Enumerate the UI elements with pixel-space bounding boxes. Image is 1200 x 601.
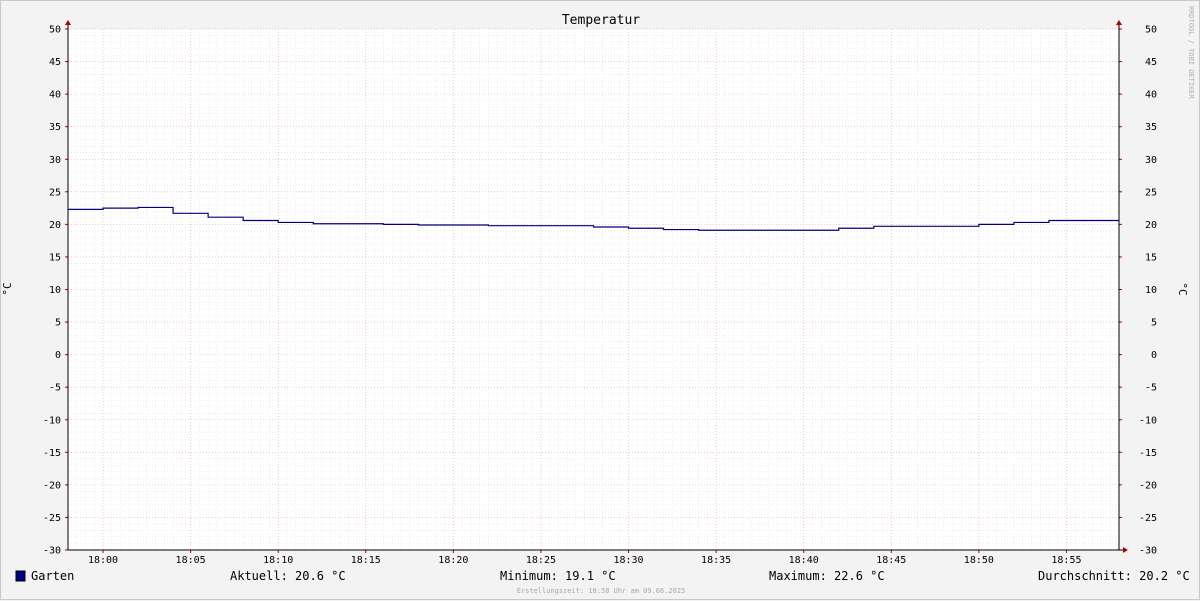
x-tick-label: 18:10: [263, 555, 293, 566]
y-tick-label-left: -25: [43, 513, 61, 524]
x-tick-label: 18:00: [88, 555, 118, 566]
y-tick-label-right: 15: [1145, 252, 1157, 263]
y-tick-label-left: -10: [43, 415, 61, 426]
y-tick-label-right: -10: [1139, 415, 1157, 426]
y-tick-label-right: -20: [1139, 480, 1157, 491]
y-axis-label-right: °C: [1176, 282, 1189, 295]
y-tick-label-left: 30: [49, 155, 61, 166]
y-tick-label-right: -5: [1145, 383, 1157, 394]
x-tick-label: 18:05: [176, 555, 206, 566]
y-tick-label-left: 5: [55, 318, 61, 329]
x-axis-arrow: [1123, 547, 1128, 553]
y-tick-label-left: 15: [49, 252, 61, 263]
stat-current: Aktuell: 20.6 °C: [230, 569, 346, 583]
y-tick-label-left: -20: [43, 480, 61, 491]
x-tick-label: 18:20: [438, 555, 468, 566]
chart-frame: 5050454540403535303025252020151510105500…: [0, 0, 1200, 600]
y-axis-arrow-left: [65, 20, 71, 25]
x-tick-label: 18:40: [789, 555, 819, 566]
stat-maximum: Maximum: 22.6 °C: [769, 569, 885, 583]
x-tick-label: 18:25: [526, 555, 556, 566]
y-tick-label-right: -30: [1139, 546, 1157, 557]
y-tick-label-left: 20: [49, 220, 61, 231]
y-axis-arrow-right: [1116, 20, 1122, 25]
x-tick-label: 18:15: [351, 555, 381, 566]
y-tick-label-left: 35: [49, 122, 61, 133]
y-tick-label-left: -30: [43, 546, 61, 557]
y-tick-label-left: 45: [49, 57, 61, 68]
creation-time: Erstellungszeit: 18:58 Uhr am 09.06.2025: [517, 587, 686, 595]
y-tick-label-right: 25: [1145, 187, 1157, 198]
y-tick-label-left: 0: [55, 350, 61, 361]
y-tick-label-right: 35: [1145, 122, 1157, 133]
stat-average: Durchschnitt: 20.2 °C: [1038, 569, 1190, 583]
chart-title: Temperatur: [562, 13, 640, 28]
x-tick-label: 18:35: [701, 555, 731, 566]
legend-label: Garten: [31, 569, 74, 583]
y-tick-label-right: 5: [1151, 318, 1157, 329]
stat-minimum: Minimum: 19.1 °C: [500, 569, 616, 583]
legend-color-swatch: [16, 571, 25, 581]
y-tick-label-right: -25: [1139, 513, 1157, 524]
y-tick-label-left: -15: [43, 448, 61, 459]
x-tick-label: 18:50: [964, 555, 994, 566]
x-tick-label: 18:55: [1051, 555, 1081, 566]
y-tick-label-left: 25: [49, 187, 61, 198]
temperature-chart: 5050454540403535303025252020151510105500…: [1, 1, 1200, 601]
y-tick-label-left: 50: [49, 25, 61, 36]
y-tick-label-right: 20: [1145, 220, 1157, 231]
y-tick-label-right: 30: [1145, 155, 1157, 166]
y-tick-label-left: 40: [49, 90, 61, 101]
y-tick-label-right: 0: [1151, 350, 1157, 361]
y-tick-label-right: 10: [1145, 285, 1157, 296]
y-tick-label-left: -5: [49, 383, 61, 394]
x-tick-label: 18:30: [613, 555, 643, 566]
y-tick-label-right: 40: [1145, 90, 1157, 101]
y-tick-label-right: -15: [1139, 448, 1157, 459]
y-tick-label-right: 50: [1145, 25, 1157, 36]
y-axis-label-left: °C: [1, 282, 14, 295]
x-tick-label: 18:45: [876, 555, 906, 566]
rrdtool-watermark: RRDTOOL / TOBI OETIKER: [1187, 6, 1195, 100]
y-tick-label-right: 45: [1145, 57, 1157, 68]
y-tick-label-left: 10: [49, 285, 61, 296]
